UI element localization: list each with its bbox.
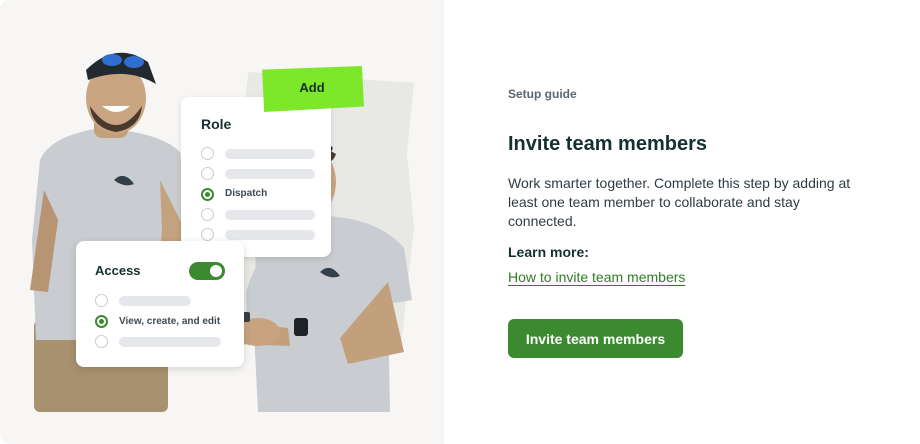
setup-guide-card: Role Dispatch Add Access View, create, a… — [0, 0, 920, 444]
access-radio-3[interactable] — [95, 335, 108, 348]
illustration-panel: Role Dispatch Add Access View, create, a… — [0, 0, 444, 444]
access-card-title: Access — [95, 263, 141, 278]
access-radio-view-create-edit[interactable] — [95, 315, 108, 328]
invite-team-members-button[interactable]: Invite team members — [508, 319, 683, 358]
role-option-placeholder-5 — [225, 230, 315, 240]
role-option-dispatch-label: Dispatch — [225, 188, 268, 199]
role-option-placeholder-2 — [225, 169, 315, 179]
learn-more-label: Learn more: — [508, 244, 589, 260]
role-radio-1[interactable] — [201, 147, 214, 160]
role-radio-5[interactable] — [201, 228, 214, 241]
access-card: Access View, create, and edit — [76, 241, 244, 367]
role-radio-4[interactable] — [201, 208, 214, 221]
description-text: Work smarter together. Complete this ste… — [508, 175, 851, 229]
role-option-placeholder-1 — [225, 149, 315, 159]
access-option-placeholder-1 — [119, 296, 191, 306]
page-title: Invite team members — [508, 133, 707, 155]
role-option-placeholder-4 — [225, 210, 315, 220]
role-card: Role Dispatch — [181, 97, 331, 257]
how-to-invite-link[interactable]: How to invite team members — [508, 269, 685, 285]
role-card-title: Role — [201, 116, 232, 132]
eyebrow-label: Setup guide — [508, 87, 577, 101]
role-radio-2[interactable] — [201, 167, 214, 180]
access-option-selected-label: View, create, and edit — [119, 316, 221, 327]
access-option-placeholder-3 — [119, 337, 221, 347]
access-toggle[interactable] — [189, 262, 225, 280]
role-radio-dispatch[interactable] — [201, 188, 214, 201]
add-tag-label: Add — [299, 80, 325, 95]
access-radio-1[interactable] — [95, 294, 108, 307]
